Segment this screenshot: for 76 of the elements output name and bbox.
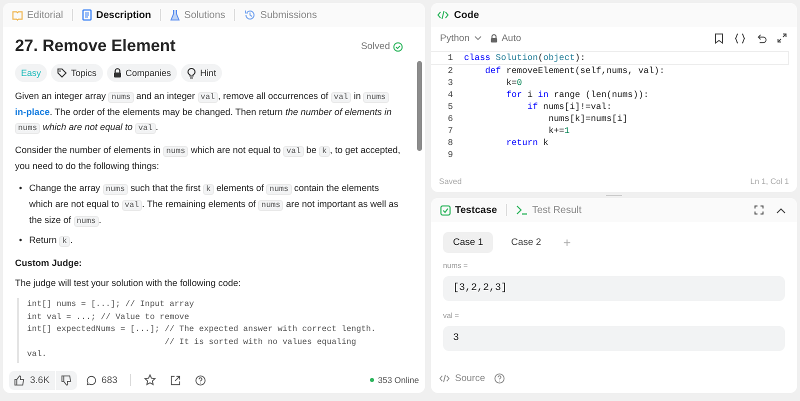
bullet-marker: • <box>19 234 22 247</box>
bullet-item: Change the array nums such that the first k elements of nums contain the elements which are not equal to val . The remaining elements of nums are not important as well as the size of nums . <box>29 182 400 229</box>
expand-icon <box>777 33 787 43</box>
code-editor[interactable]: 1 class Solution(object): 2 def removeElement(self,nums, val): 3 k=0 4 for i in range (len(nums)): 5 if nums[i]!=val: 6 nums[k]=nums[i] 7 k+=1 8 return k 9 <box>431 49 797 177</box>
language-dropdown[interactable]: Python <box>436 30 486 46</box>
line-number: 7 <box>446 125 453 137</box>
lock-icon <box>112 68 122 78</box>
code-line: nums[k]=nums[i] <box>547 113 628 125</box>
checkbox-icon <box>440 204 451 216</box>
code-line: class Solution(object): <box>464 53 586 63</box>
code-line: k=0 <box>505 77 522 89</box>
bookmark-icon <box>714 32 724 44</box>
help-icon <box>494 373 506 384</box>
comment-icon <box>86 374 97 386</box>
source-button[interactable]: Source <box>435 371 490 386</box>
help-icon <box>195 374 206 386</box>
line-number: 9 <box>446 149 453 161</box>
save-status: Saved <box>439 177 462 186</box>
paragraph: Given an integer array nums and an integer val , remove all occurrences of val in nums in-place. The order of the elements may be changed. Then return the number of elements in nums which are not equal to val . <box>15 90 393 136</box>
tag-button[interactable]: Companies <box>106 64 178 82</box>
code-line: return k <box>505 137 548 149</box>
tag-button[interactable]: Hint <box>181 64 222 82</box>
flask-icon <box>170 9 180 21</box>
panel-title: Code <box>454 10 479 20</box>
code-icon <box>439 374 450 383</box>
input-field[interactable]: 3 <box>443 326 785 351</box>
solved-status: Solved <box>360 41 390 52</box>
comments-button[interactable]: 683 <box>80 370 122 390</box>
case-tab[interactable]: Case 1 <box>443 232 494 253</box>
difficulty-badge: Easy <box>15 64 48 82</box>
line-number: 4 <box>446 89 453 101</box>
caret-icon <box>474 35 482 41</box>
code-line: if nums[i]!=val: <box>526 101 612 113</box>
online-count: 353 Online <box>378 375 419 385</box>
book-icon <box>12 10 23 20</box>
paragraph: The judge will test your solution with the following code: <box>15 277 242 290</box>
thumbs-up-icon <box>14 374 25 386</box>
auto-mode-button[interactable]: Auto <box>486 30 526 46</box>
line-number: 5 <box>446 101 453 113</box>
line-number: 1 <box>446 53 453 63</box>
lightbulb-icon <box>187 68 196 78</box>
history-icon <box>244 9 256 21</box>
paragraph: Consider the number of elements in nums which are not equal to val be k , to get accepted, you need to do the following things: <box>15 144 402 173</box>
like-button[interactable]: 3.6K <box>9 370 55 390</box>
lock-icon <box>490 34 498 42</box>
line-number: 2 <box>446 65 453 77</box>
star-icon <box>144 374 156 386</box>
external-link-icon <box>170 374 182 386</box>
input-field[interactable]: [3,2,2,3] <box>443 276 785 301</box>
braces-icon <box>734 32 746 44</box>
terminal-icon <box>516 205 528 215</box>
document-icon <box>82 9 92 21</box>
cursor-position: Ln 1, Col 1 <box>750 177 789 186</box>
undo-icon <box>756 32 767 44</box>
line-number: 6 <box>446 113 453 125</box>
case-tab[interactable]: Case 2 <box>501 232 552 253</box>
problem-title: 27. Remove Element <box>15 37 176 56</box>
code-block: int[] nums = [...]; // Input array int val = ...; // Value to remove int[] expectedNums = [...]; // The expected answer with correct length. // It is sorted with no values equaling val. <box>17 298 403 362</box>
thumbs-down-icon <box>60 374 72 386</box>
in-place-link[interactable]: in-place <box>15 107 50 117</box>
dislike-button[interactable] <box>54 370 77 390</box>
line-number: 8 <box>446 137 453 149</box>
code-line: k+=1 <box>547 125 570 137</box>
bullet-marker: • <box>19 182 22 195</box>
tag-button[interactable]: Topics <box>51 64 103 82</box>
line-number: 3 <box>446 77 453 89</box>
fullscreen-icon <box>754 205 764 215</box>
bullet-item: Return k . <box>29 234 73 249</box>
panel-tab[interactable]: Testcase <box>437 202 500 218</box>
code-line: def removeElement(self,nums, val): <box>484 65 665 77</box>
panel-tab[interactable]: Description <box>79 7 154 23</box>
code-icon <box>437 10 449 20</box>
section-heading: Custom Judge: <box>15 258 83 268</box>
tag-icon <box>57 68 68 78</box>
chevron-up-icon <box>776 206 786 214</box>
code-line: for i in range (len(nums)): <box>505 89 649 101</box>
